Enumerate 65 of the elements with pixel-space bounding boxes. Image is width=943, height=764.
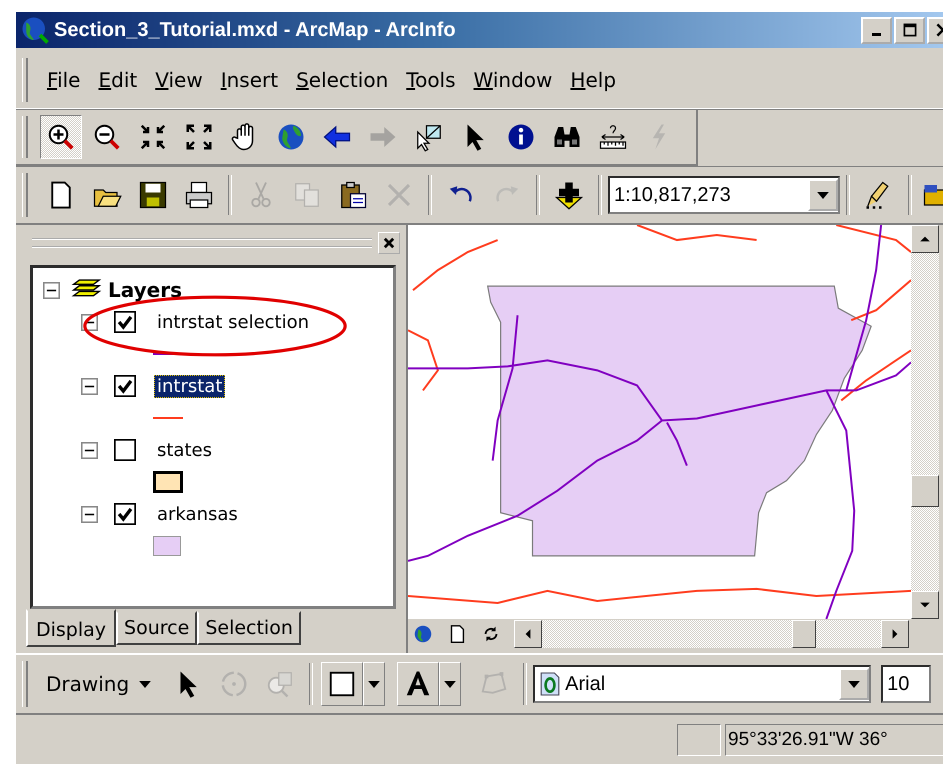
checkbox[interactable] xyxy=(114,439,136,461)
arrows-inward-icon xyxy=(138,122,168,152)
close-button[interactable] xyxy=(378,232,400,254)
plus-icon xyxy=(554,180,584,210)
checkbox[interactable] xyxy=(114,375,136,397)
layer-name[interactable]: states xyxy=(154,438,215,462)
menu-item[interactable]: File xyxy=(38,68,90,92)
globe-icon[interactable] xyxy=(412,623,434,645)
vertical-scrollbar[interactable] xyxy=(911,225,939,619)
collapse-icon[interactable] xyxy=(43,282,60,298)
horizontal-scrollbar[interactable] xyxy=(514,620,909,648)
status-pane xyxy=(677,724,721,756)
collapse-icon[interactable] xyxy=(81,378,98,394)
rotate-icon xyxy=(219,669,250,699)
tab[interactable]: Selection xyxy=(197,611,301,645)
font-icon xyxy=(539,671,562,697)
minimize-button[interactable] xyxy=(861,16,892,44)
scroll-thumb[interactable] xyxy=(911,475,939,507)
collapse-icon[interactable] xyxy=(81,506,98,522)
close-icon xyxy=(382,236,396,250)
menu-item[interactable]: Selection xyxy=(287,68,398,92)
dropdown-button[interactable] xyxy=(439,662,462,706)
arrows-outward-icon xyxy=(184,122,214,152)
copy-icon xyxy=(292,180,322,210)
zoom-out-icon xyxy=(92,122,122,152)
menu-item[interactable]: View xyxy=(146,68,212,92)
scroll-thumb[interactable] xyxy=(792,620,816,648)
checkbox[interactable] xyxy=(114,503,136,525)
clipboard-icon xyxy=(338,180,368,210)
font-dropdown[interactable]: Arial xyxy=(533,665,872,703)
menu-item[interactable]: Edit xyxy=(89,68,146,92)
menu-item[interactable]: Help xyxy=(561,68,626,92)
data-frame-label: Layers xyxy=(108,278,182,302)
zoom-in-icon xyxy=(46,122,76,152)
globe-icon xyxy=(20,15,50,45)
tab[interactable]: Source xyxy=(116,611,198,645)
caret-icon xyxy=(368,680,380,688)
scale-dropdown[interactable]: 1:10,817,273 xyxy=(608,176,840,214)
tab[interactable]: Display xyxy=(26,609,116,647)
font-size-dropdown[interactable]: 10 xyxy=(881,665,932,703)
minimize-icon xyxy=(872,32,881,36)
maximize-button[interactable] xyxy=(894,16,925,44)
caret-icon xyxy=(848,680,860,688)
printer-icon xyxy=(184,180,214,210)
cursor-box-icon xyxy=(414,122,444,152)
toolbar-button[interactable] xyxy=(40,115,82,159)
menu-item[interactable]: Window xyxy=(464,68,562,92)
dropdown-button[interactable] xyxy=(363,662,386,706)
drawing-menu-button[interactable]: Drawing xyxy=(38,672,166,696)
menu-item[interactable]: Insert xyxy=(212,68,288,92)
ruler-icon xyxy=(598,122,628,152)
maximize-icon xyxy=(902,23,916,37)
caret-icon xyxy=(817,192,829,198)
coordinates-readout: 95°33'26.91"W 36° xyxy=(725,724,943,756)
menu-item[interactable]: Tools xyxy=(397,68,465,92)
layer-name[interactable]: arkansas xyxy=(154,502,241,526)
caret-icon xyxy=(444,680,456,688)
panel-grip[interactable] xyxy=(32,238,372,248)
caret-icon xyxy=(139,680,152,688)
info-icon xyxy=(506,122,536,152)
window-title: Section_3_Tutorial.mxd - ArcMap - ArcInfo xyxy=(54,18,457,42)
checkbox[interactable] xyxy=(114,311,136,333)
collapse-icon[interactable] xyxy=(81,442,98,458)
layer-name[interactable]: intrstat xyxy=(154,374,226,398)
globe-icon xyxy=(276,122,306,152)
